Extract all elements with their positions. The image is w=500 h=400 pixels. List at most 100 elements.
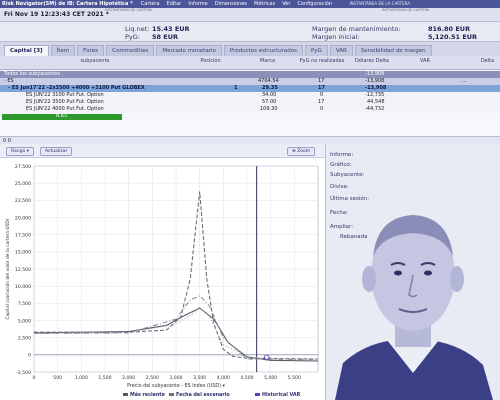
row-delta: -13,908 bbox=[365, 71, 385, 77]
row-delta: -12,735 bbox=[365, 92, 385, 98]
y-tick-label: -2,500 bbox=[16, 370, 31, 376]
x-axis-label: Precio del subyacente - ES Index (USD) ▾ bbox=[127, 383, 225, 389]
x-tick-label: 3,500 bbox=[193, 375, 206, 381]
tab-item[interactable]: Ítem bbox=[50, 45, 76, 56]
col-mark[interactable]: Marca bbox=[245, 59, 290, 64]
row-mark: 34.00 bbox=[262, 92, 277, 98]
y-tick-label: 27,500 bbox=[15, 164, 31, 170]
timestamp: Fri Nov 19 12:23:43 CET 2021 * bbox=[4, 11, 109, 18]
tab-pyg[interactable]: PyG bbox=[304, 45, 328, 56]
menu-dimensiones[interactable]: Dimensiones bbox=[215, 1, 247, 7]
table-row[interactable]: - ES 4704.54 17 -13,908 ... bbox=[0, 78, 500, 85]
row-delta: -13,908 bbox=[365, 85, 387, 91]
y-tick-label: 17,500 bbox=[15, 232, 31, 238]
x-tick-label: 2,000 bbox=[122, 375, 135, 381]
x-tick-label: 4,500 bbox=[240, 375, 253, 381]
info-chart: Gráfico: bbox=[330, 162, 352, 168]
zoom-button[interactable]: ⊕ Zoom bbox=[287, 147, 316, 156]
x-tick-label: 1,500 bbox=[98, 375, 111, 381]
zoom-label: Zoom bbox=[297, 149, 311, 154]
col-underlying[interactable]: subyacente bbox=[40, 59, 150, 64]
tab-strip: Capital [3] Ítem Forex Commodities Merca… bbox=[0, 42, 500, 56]
y-axis-label: Capital (variación del valor de la carte… bbox=[4, 218, 11, 319]
col-position[interactable]: Posición bbox=[188, 59, 233, 64]
legend-label: Más reciente bbox=[130, 391, 166, 398]
y-tick-label: 0 bbox=[28, 353, 31, 359]
tab-money-market[interactable]: Mercado monetario bbox=[156, 45, 222, 56]
pyg-label: PyG: bbox=[125, 33, 140, 41]
account-summary: Liq.net: 15.43 EUR PyG: 58 EUR Margen de… bbox=[0, 22, 500, 42]
status-row: Fri Nov 19 12:23:43 CET 2021 * INSTANTÁN… bbox=[0, 8, 500, 22]
row-delta: 44,548 bbox=[367, 99, 385, 105]
init-margin-label: Margen inicial: bbox=[312, 33, 360, 41]
range-dropdown[interactable]: Rango ▾ bbox=[6, 147, 34, 156]
table-row[interactable]: Todos los subyacentes -13,908 bbox=[0, 71, 500, 78]
y-tick-label: 5,000 bbox=[18, 318, 31, 324]
x-tick-label: 2,500 bbox=[146, 375, 159, 381]
row-pyg: 17 bbox=[318, 85, 325, 91]
table-row[interactable]: ES JUN'22 3500 Put Fut. Option 57.00 17 … bbox=[0, 99, 500, 106]
menu-cartera[interactable]: Cartera bbox=[141, 1, 160, 7]
table-row[interactable]: ES JUN'22 4000 Put Fut. Option 109.30 0 … bbox=[0, 106, 500, 113]
refresh-button[interactable]: Actualizar bbox=[40, 147, 73, 156]
row-mark: 57.00 bbox=[262, 99, 277, 105]
row-pyg: 0 bbox=[320, 92, 324, 98]
table-row[interactable]: - ES Jun17'22 -2x3500 +4000 +3100 Put GL… bbox=[0, 85, 500, 92]
maint-margin-value: 816.80 EUR bbox=[428, 25, 471, 33]
table-row-add: N.IEC bbox=[0, 113, 500, 120]
col-var[interactable]: VAR bbox=[405, 59, 445, 64]
col-delta[interactable]: Delta bbox=[475, 59, 500, 64]
row-name: - ES Jun17'22 -2x3500 +4000 +3100 Put GL… bbox=[8, 85, 145, 91]
x-tick-label: 500 bbox=[53, 375, 62, 381]
maint-margin-label: Margen de mantenimiento: bbox=[312, 25, 401, 33]
positions-table: subyacente Posición Marca PyG no realiza… bbox=[0, 56, 500, 136]
y-tick-label: 20,000 bbox=[15, 215, 31, 221]
info-currency: Divisa: bbox=[330, 184, 349, 190]
row-var: ... bbox=[462, 78, 467, 84]
row-delta: -13,908 bbox=[365, 78, 385, 84]
init-margin-value: 5,120.51 EUR bbox=[428, 33, 478, 41]
x-tick-label: 0 bbox=[33, 375, 36, 381]
liq-value: 15.43 EUR bbox=[152, 25, 190, 33]
row-name: - ES bbox=[4, 78, 14, 84]
row-name: ES JUN'22 3500 Put Fut. Option bbox=[26, 99, 104, 105]
tab-var[interactable]: VAR bbox=[329, 45, 353, 56]
tab-capital[interactable]: Capital [3] bbox=[4, 45, 49, 56]
col-dollar-delta[interactable]: Dólares Delta bbox=[352, 59, 392, 64]
x-tick-label: 5,000 bbox=[264, 375, 277, 381]
x-tick-label: 1,000 bbox=[75, 375, 88, 381]
x-tick-label: 5,500 bbox=[288, 375, 301, 381]
tab-commodities[interactable]: Commodities bbox=[106, 45, 155, 56]
pnl-chart[interactable]: 27,500 25,000 22,500 20,000 17,500 15,000 12,5… bbox=[0, 158, 325, 400]
pnl-chart-svg: 27,500 25,000 22,500 20,000 17,500 15,000 12,5… bbox=[4, 164, 319, 398]
row-name: ES JUN'22 3100 Put Fut. Option bbox=[26, 92, 104, 98]
info-report: Informe: bbox=[330, 152, 354, 158]
row-mark: 4704.54 bbox=[258, 78, 279, 84]
menu-metricas[interactable]: Métricas bbox=[254, 1, 275, 7]
legend-label: Historical VAR bbox=[262, 392, 301, 398]
x-tick-label: 3,000 bbox=[169, 375, 182, 381]
window-title: Risk Navigator(SM) de IB: Cartera Hipoté… bbox=[2, 1, 133, 7]
menu-editar[interactable]: Editar bbox=[167, 1, 182, 7]
title-bar: Risk Navigator(SM) de IB: Cartera Hipoté… bbox=[0, 0, 500, 8]
tab-structured-products[interactable]: Productos estructurados bbox=[223, 45, 303, 56]
splitter-bar[interactable]: 0 0 bbox=[0, 136, 500, 144]
liq-label: Liq.net: bbox=[125, 25, 150, 33]
row-position: 1 bbox=[234, 85, 238, 91]
menu-configuracion[interactable]: Configuración bbox=[297, 1, 332, 7]
x-tick-label: 4,000 bbox=[217, 375, 230, 381]
tab-forex[interactable]: Forex bbox=[77, 45, 105, 56]
table-header: subyacente Posición Marca PyG no realiza… bbox=[0, 56, 500, 70]
y-tick-label: 7,500 bbox=[18, 301, 31, 307]
tab-margin-sensitivity[interactable]: Sensibilidad de margen bbox=[354, 45, 432, 56]
table-row[interactable]: ES JUN'22 3100 Put Fut. Option 34.00 0 -… bbox=[0, 92, 500, 99]
col-unrealized-pnl[interactable]: PyG no realizadas bbox=[297, 59, 347, 64]
menu-ver[interactable]: Ver bbox=[282, 1, 290, 7]
legend-swatch bbox=[255, 393, 260, 396]
legend-label: Fecha del escenario bbox=[176, 392, 230, 398]
add-position-button[interactable]: N.IEC bbox=[2, 114, 122, 120]
menu-informe[interactable]: Informe bbox=[188, 1, 207, 7]
window-note: INSTANTÁNEA DE LA CARTERA bbox=[349, 1, 410, 6]
pyg-value: 58 EUR bbox=[152, 33, 179, 41]
snapshot-label-left: INSTANTÁNEA DE CARTERA bbox=[105, 8, 153, 12]
